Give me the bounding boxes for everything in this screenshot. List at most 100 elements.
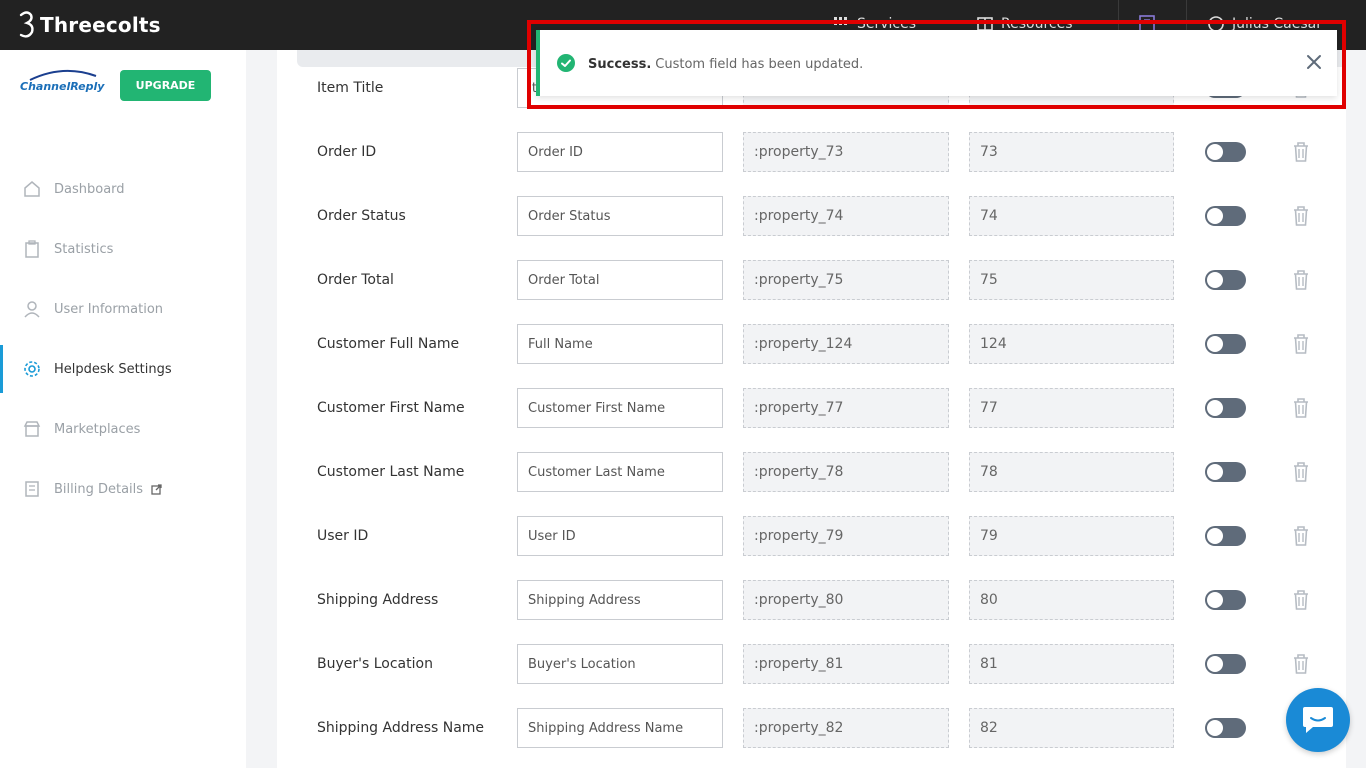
field-name-input[interactable]: User ID — [517, 516, 723, 556]
highlight-box — [527, 20, 1346, 109]
sidebar-item-helpdesk-settings[interactable]: Helpdesk Settings — [0, 345, 246, 393]
field-label: Customer Last Name — [317, 464, 465, 480]
threecolts-mark-icon — [19, 11, 34, 38]
custom-field-row: Customer Last Name Customer Last Name :pro… — [277, 452, 1346, 516]
toggle-knob — [1207, 528, 1223, 544]
property-placeholder-field: :property_73 — [743, 132, 949, 172]
threecolts-logo[interactable]: Threecolts — [18, 10, 161, 40]
trash-icon[interactable] — [1292, 205, 1310, 227]
field-label: Order Status — [317, 208, 406, 224]
custom-field-row: Customer First Name Customer First Name :p… — [277, 388, 1346, 452]
custom-field-row: Shipping Address Name Shipping Address Na… — [277, 708, 1346, 768]
custom-field-row: Order ID Order ID :property_73 73 — [277, 132, 1346, 196]
property-placeholder-field: :property_78 — [743, 452, 949, 492]
field-toggle[interactable] — [1205, 398, 1246, 418]
sidebar-item-marketplaces[interactable]: Marketplaces — [0, 405, 246, 453]
custom-field-row: Customer Full Name Full Name :property_124… — [277, 324, 1346, 388]
sidebar-item-label: User Information — [54, 301, 164, 317]
custom-field-row: Shipping Address Shipping Address :propert… — [277, 580, 1346, 644]
trash-icon[interactable] — [1292, 461, 1310, 483]
property-id-field: 82 — [969, 708, 1174, 748]
toggle-knob — [1207, 656, 1223, 672]
property-id-field: 77 — [969, 388, 1174, 428]
property-placeholder-field: :property_124 — [743, 324, 949, 364]
field-name-input[interactable]: Full Name — [517, 324, 723, 364]
trash-icon[interactable] — [1292, 397, 1310, 419]
field-toggle[interactable] — [1205, 462, 1246, 482]
property-id-field: 74 — [969, 196, 1174, 236]
toggle-knob — [1207, 464, 1223, 480]
chat-launcher-button[interactable] — [1286, 688, 1350, 752]
field-label: Order Total — [317, 272, 394, 288]
field-toggle[interactable] — [1205, 142, 1246, 162]
field-label: Shipping Address — [317, 592, 439, 608]
gear-icon — [22, 359, 42, 379]
trash-icon[interactable] — [1292, 333, 1310, 355]
field-label: Item Title — [317, 80, 384, 96]
property-placeholder-field: :property_77 — [743, 388, 949, 428]
property-id-field: 124 — [969, 324, 1174, 364]
custom-field-row: Order Total Order Total:property_75 75 — [277, 260, 1346, 324]
trash-icon[interactable] — [1292, 141, 1310, 163]
logo-text: ChannelReply — [20, 80, 105, 93]
brand-name: Threecolts — [40, 13, 161, 37]
sidebar-item-label: Dashboard — [54, 181, 125, 197]
property-placeholder-field: :property_80 — [743, 580, 949, 620]
custom-field-row: Buyer's Location Buyer's Location:propert… — [277, 644, 1346, 708]
custom-field-row: Order Status Order Status :property_74 74 — [277, 196, 1346, 260]
upgrade-button[interactable]: UPGRADE — [120, 70, 211, 101]
property-placeholder-field: :property_79 — [743, 516, 949, 556]
sidebar-item-user-information[interactable]: User Information — [0, 285, 246, 333]
sidebar-item-label: Marketplaces — [54, 421, 141, 437]
sidebar-item-dashboard[interactable]: Dashboard — [0, 165, 246, 213]
receipt-icon — [22, 479, 42, 499]
sidebar-item-label: Statistics — [54, 241, 114, 257]
trash-icon[interactable] — [1292, 269, 1310, 291]
store-icon — [22, 419, 42, 439]
field-label: Order ID — [317, 144, 377, 160]
field-toggle[interactable] — [1205, 590, 1246, 610]
sidebar-item-label: Billing Details — [54, 481, 144, 497]
sidebar: ChannelReply UPGRADE Dashboard Statistic… — [0, 50, 246, 768]
property-id-field: 78 — [969, 452, 1174, 492]
field-name-input[interactable]: Order Status — [517, 196, 723, 236]
toggle-knob — [1207, 208, 1223, 224]
field-name-input[interactable]: Order ID — [517, 132, 723, 172]
sidebar-item-statistics[interactable]: Statistics — [0, 225, 246, 273]
field-name-input[interactable]: Buyer's Location — [517, 644, 723, 684]
trash-icon[interactable] — [1292, 653, 1310, 675]
field-name-input[interactable]: Shipping Address — [517, 580, 723, 620]
field-name-input[interactable]: Order Total — [517, 260, 723, 300]
field-toggle[interactable] — [1205, 718, 1246, 738]
toggle-knob — [1207, 400, 1223, 416]
property-id-field: 80 — [969, 580, 1174, 620]
toggle-knob — [1207, 592, 1223, 608]
custom-field-row: User ID User ID:property_79 79 — [277, 516, 1346, 580]
toggle-knob — [1207, 720, 1223, 736]
toggle-knob — [1207, 144, 1223, 160]
field-toggle[interactable] — [1205, 270, 1246, 290]
field-label: Buyer's Location — [317, 656, 433, 672]
property-placeholder-field: :property_75 — [743, 260, 949, 300]
field-toggle[interactable] — [1205, 206, 1246, 226]
field-toggle[interactable] — [1205, 654, 1246, 674]
chat-bubble-icon — [1303, 707, 1333, 733]
channelreply-logo[interactable]: ChannelReply — [20, 68, 104, 106]
field-toggle[interactable] — [1205, 526, 1246, 546]
field-name-input[interactable]: Shipping Address Name — [517, 708, 723, 748]
field-name-input[interactable]: Customer First Name — [517, 388, 723, 428]
clipboard-icon — [22, 239, 42, 259]
field-label: Customer First Name — [317, 400, 465, 416]
home-icon — [22, 179, 42, 199]
sidebar-item-label: Helpdesk Settings — [54, 361, 172, 377]
trash-icon[interactable] — [1292, 525, 1310, 547]
property-placeholder-field: :property_74 — [743, 196, 949, 236]
field-label: User ID — [317, 528, 369, 544]
field-toggle[interactable] — [1205, 334, 1246, 354]
property-id-field: 73 — [969, 132, 1174, 172]
trash-icon[interactable] — [1292, 589, 1310, 611]
field-name-input[interactable]: Customer Last Name — [517, 452, 723, 492]
external-link-icon — [151, 483, 162, 495]
field-label: Customer Full Name — [317, 336, 460, 352]
sidebar-item-billing-details[interactable]: Billing Details — [0, 465, 246, 513]
